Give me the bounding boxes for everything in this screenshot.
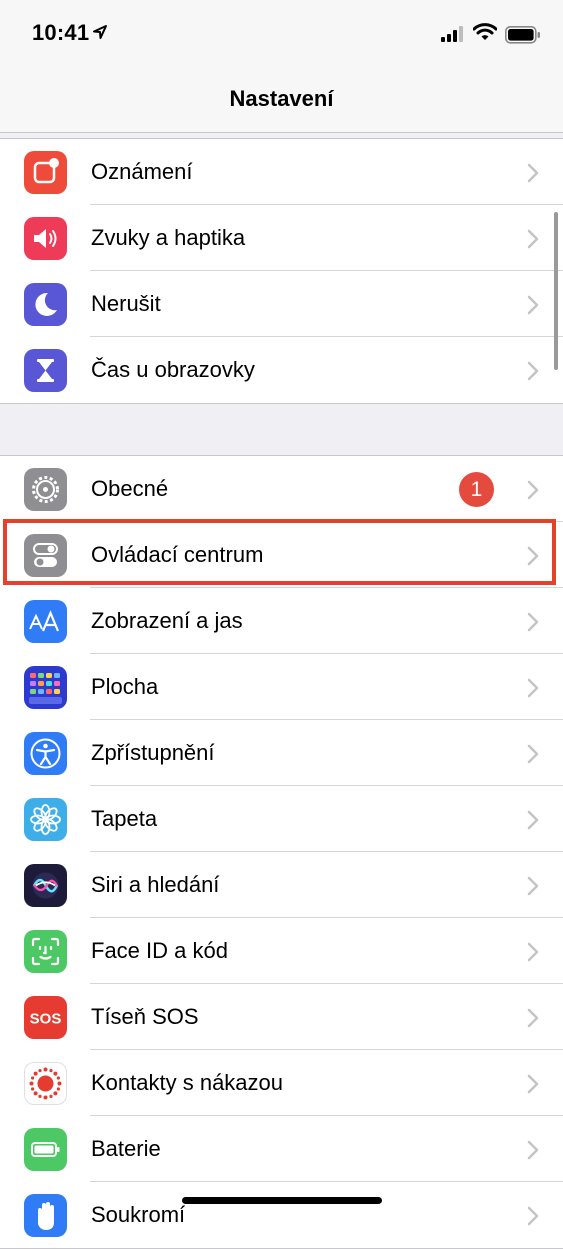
settings-row-sounds[interactable]: Zvuky a haptika — [0, 205, 563, 271]
sound-icon — [24, 217, 67, 260]
settings-row-accessibility[interactable]: Zpřístupnění — [0, 720, 563, 786]
chevron-right-icon — [527, 1008, 539, 1028]
text-size-icon — [24, 600, 67, 643]
row-label: Kontakty s nákazou — [91, 1070, 284, 1095]
chevron-right-icon — [527, 876, 539, 896]
row-label: Obecné — [91, 476, 169, 501]
settings-row-emergency-sos[interactable]: SOS Tíseň SOS — [0, 984, 563, 1050]
row-label: Čas u obrazovky — [91, 357, 255, 382]
chevron-right-icon — [527, 480, 539, 500]
row-label: Plocha — [91, 674, 159, 699]
notification-badge: 1 — [459, 472, 494, 507]
chevron-right-icon — [527, 744, 539, 764]
page-title: Nastavení — [229, 86, 334, 111]
settings-group-2: Obecné 1 Ovládací centrum Zobrazení a ja… — [0, 455, 563, 1249]
home-indicator[interactable] — [182, 1197, 382, 1204]
settings-group-1: Oznámení Zvuky a haptika Nerušit Čas u o… — [0, 138, 563, 404]
navigation-bar: Nastavení — [0, 70, 563, 133]
settings-row-screen-time[interactable]: Čas u obrazovky — [0, 337, 563, 403]
accessibility-icon — [24, 732, 67, 775]
settings-row-general[interactable]: Obecné 1 — [0, 456, 563, 522]
row-label: Nerušit — [91, 291, 161, 316]
settings-row-control-center[interactable]: Ovládací centrum — [0, 522, 563, 588]
row-label: Tapeta — [91, 806, 158, 831]
settings-row-privacy[interactable]: Soukromí — [0, 1182, 563, 1248]
siri-icon — [24, 864, 67, 907]
settings-row-siri[interactable]: Siri a hledání — [0, 852, 563, 918]
chevron-right-icon — [527, 678, 539, 698]
row-label: Face ID a kód — [91, 938, 228, 963]
chevron-right-icon — [527, 942, 539, 962]
cellular-signal-icon — [441, 26, 463, 42]
chevron-right-icon — [527, 1140, 539, 1160]
settings-row-notifications[interactable]: Oznámení — [0, 139, 563, 205]
settings-row-face-id[interactable]: Face ID a kód — [0, 918, 563, 984]
row-label: Zobrazení a jas — [91, 608, 243, 633]
chevron-right-icon — [527, 229, 539, 249]
chevron-right-icon — [527, 612, 539, 632]
hourglass-icon — [24, 349, 67, 392]
notifications-icon — [24, 151, 67, 194]
settings-row-do-not-disturb[interactable]: Nerušit — [0, 271, 563, 337]
chevron-right-icon — [527, 163, 539, 183]
row-label: Zpřístupnění — [91, 740, 215, 765]
chevron-right-icon — [527, 810, 539, 830]
exposure-icon — [24, 1062, 67, 1105]
chevron-right-icon — [527, 295, 539, 315]
wifi-icon — [473, 23, 497, 40]
chevron-right-icon — [527, 1206, 539, 1226]
toggles-icon — [24, 534, 67, 577]
faceid-icon — [24, 930, 67, 973]
settings-row-home-screen[interactable]: Plocha — [0, 654, 563, 720]
row-label: Tíseň SOS — [91, 1004, 199, 1029]
gear-icon — [24, 468, 67, 511]
settings-row-wallpaper[interactable]: Tapeta — [0, 786, 563, 852]
sos-icon: SOS — [24, 996, 67, 1039]
flower-icon — [24, 798, 67, 841]
settings-row-exposure-notifications[interactable]: Kontakty s nákazou — [0, 1050, 563, 1116]
row-label: Baterie — [91, 1136, 161, 1161]
row-label: Siri a hledání — [91, 872, 220, 897]
battery-status-icon — [505, 26, 540, 44]
settings-row-display[interactable]: Zobrazení a jas — [0, 588, 563, 654]
scroll-indicator[interactable] — [554, 212, 558, 370]
svg-text:SOS: SOS — [30, 1011, 62, 1028]
status-bar: 10:41 — [0, 0, 563, 70]
location-arrow-icon — [93, 25, 107, 39]
moon-icon — [24, 283, 67, 326]
settings-row-battery[interactable]: Baterie — [0, 1116, 563, 1182]
row-label: Soukromí — [91, 1202, 186, 1227]
battery-icon — [24, 1128, 67, 1171]
home-grid-icon — [24, 666, 67, 709]
status-time: 10:41 — [32, 20, 90, 45]
row-label: Zvuky a haptika — [91, 225, 246, 250]
chevron-right-icon — [527, 361, 539, 381]
row-label: Ovládací centrum — [91, 542, 264, 567]
chevron-right-icon — [527, 1074, 539, 1094]
row-label: Oznámení — [91, 159, 193, 184]
chevron-right-icon — [527, 546, 539, 566]
hand-icon — [24, 1194, 67, 1237]
